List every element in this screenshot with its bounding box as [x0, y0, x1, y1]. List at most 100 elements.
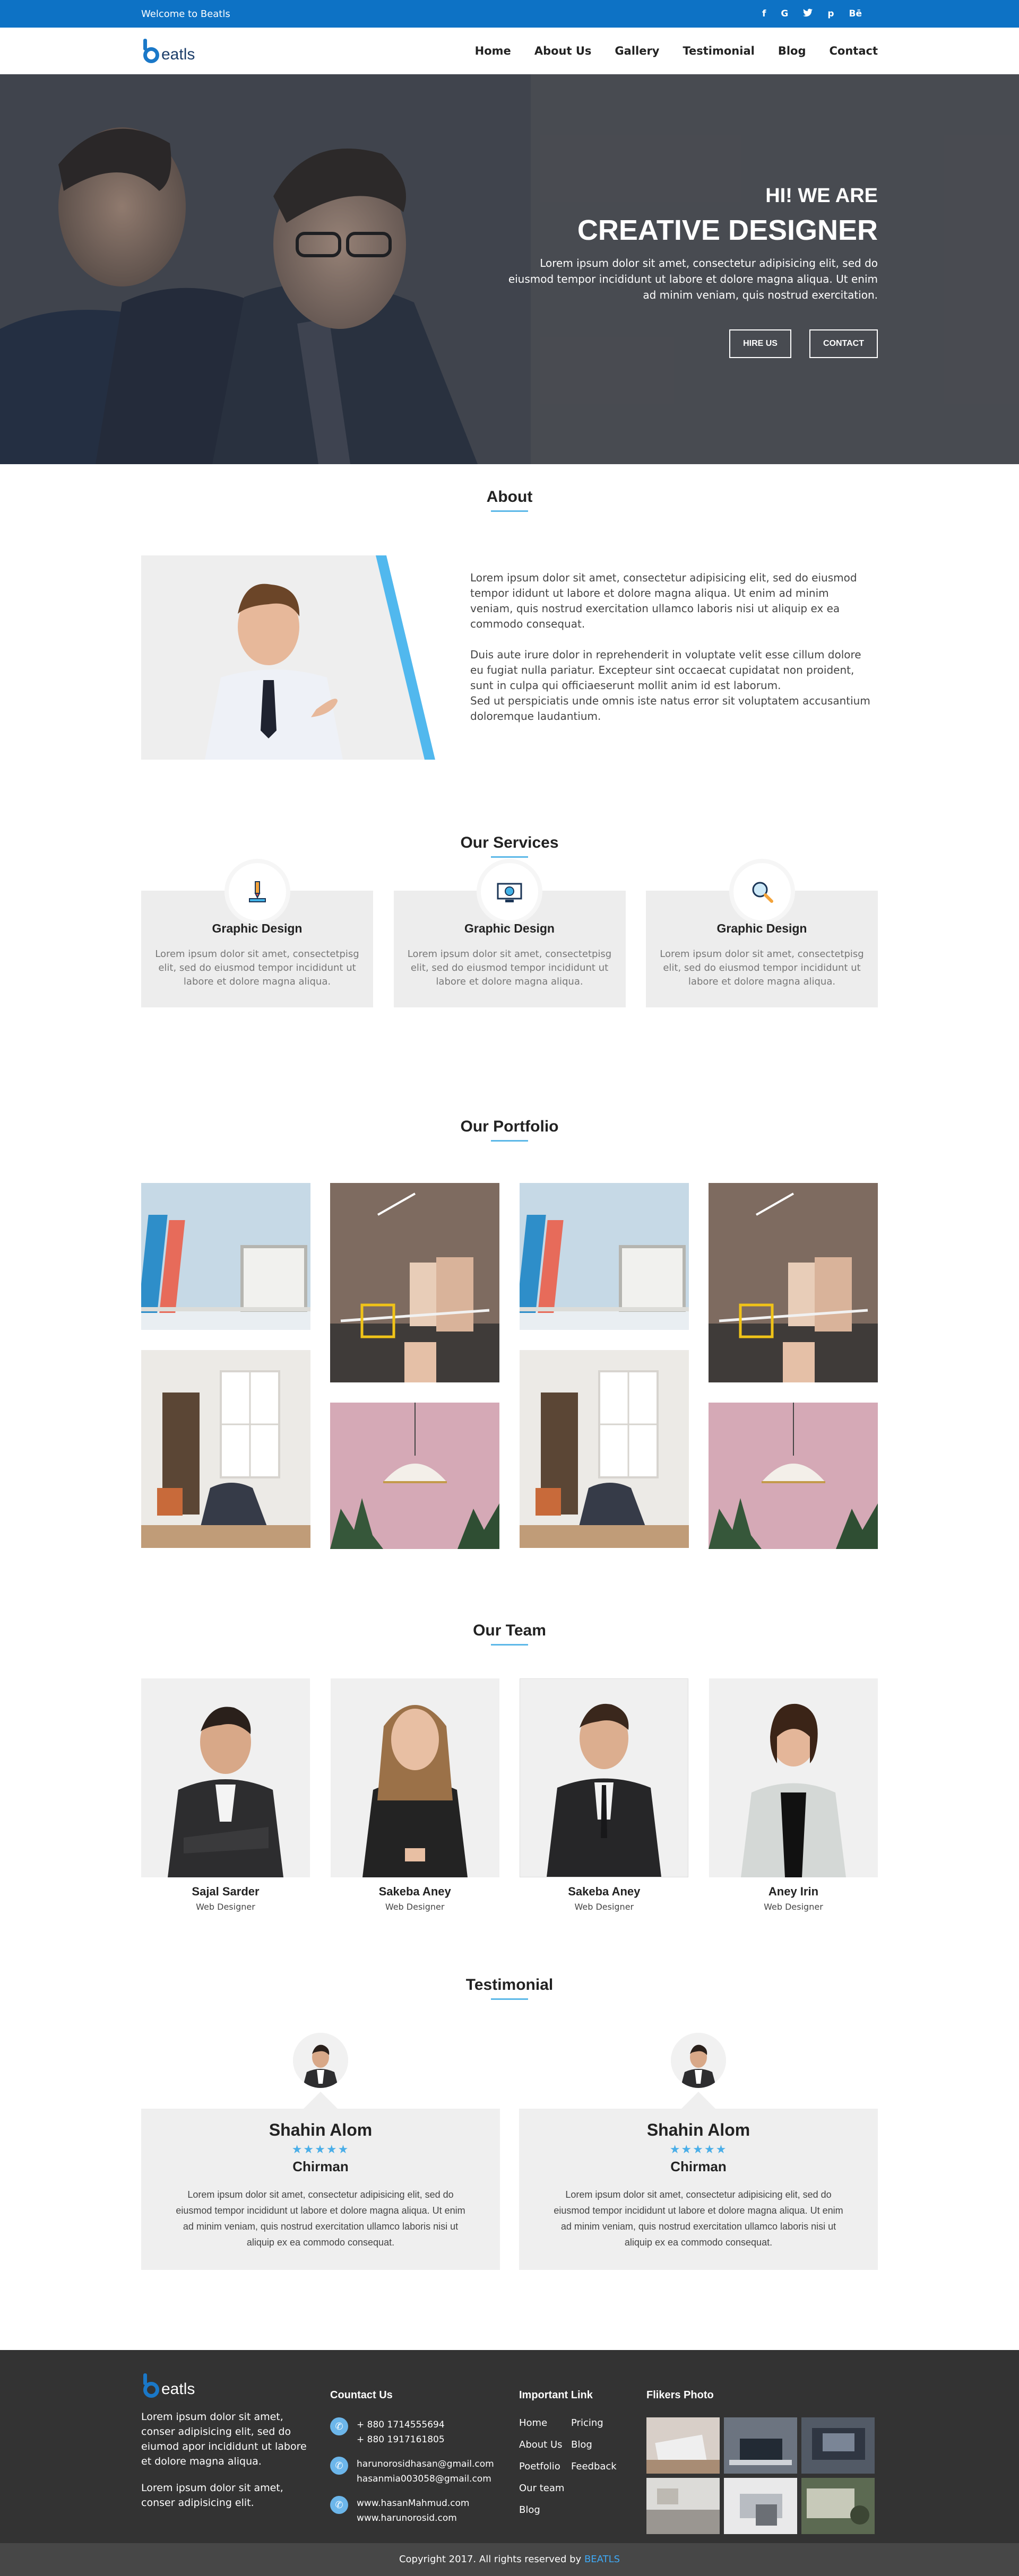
hire-us-button[interactable]: HIRE US [729, 329, 791, 358]
nav-testimonial[interactable]: Testimonial [683, 45, 754, 57]
portfolio-item[interactable] [519, 1183, 689, 1330]
hero-buttons: HIRE US CONTACT [496, 329, 878, 358]
email-link[interactable]: harunorosidhasan@gmail.com [357, 2457, 494, 2471]
portfolio-item[interactable] [708, 1183, 878, 1382]
flickr-photo[interactable] [724, 2417, 797, 2474]
service-card[interactable]: Graphic Design Lorem ipsum dolor sit ame… [646, 863, 878, 1007]
portfolio-grid [141, 1183, 878, 1549]
contact-button[interactable]: CONTACT [809, 329, 878, 358]
service-text: Lorem ipsum dolor sit amet, consectetpis… [407, 948, 612, 987]
phone-icon: ✆ [330, 2417, 348, 2435]
about-section: About Lorem ipsum dolor sit amet, consec… [0, 464, 1019, 812]
phone-number[interactable]: + 880 1714555694 [357, 2417, 445, 2432]
about-paragraph: Sed ut perspiciatis unde omnis iste natu… [470, 694, 870, 723]
pen-tool-icon [228, 863, 286, 920]
flickr-photo[interactable] [801, 2478, 875, 2534]
service-text: Lorem ipsum dolor sit amet, consectetpis… [155, 948, 359, 987]
rating-stars: ★★★★★ [291, 2143, 350, 2156]
member-photo [330, 1678, 499, 1877]
hero-text: Lorem ipsum dolor sit amet, consectetur … [508, 257, 878, 301]
behance-icon[interactable]: Bē [849, 8, 862, 20]
twitter-icon[interactable] [803, 8, 813, 20]
footer-links: Home Pricing About Us Blog Poetfolio Fee… [519, 2417, 646, 2516]
flickr-photo[interactable] [724, 2478, 797, 2534]
rating-stars: ★★★★★ [669, 2143, 728, 2156]
footer-link-home[interactable]: Home [519, 2417, 571, 2429]
pinterest-icon[interactable]: p [827, 8, 834, 20]
member-role: Web Designer [385, 1902, 445, 1912]
nav-gallery[interactable]: Gallery [615, 45, 659, 57]
service-card[interactable]: Graphic Design Lorem ipsum dolor sit ame… [141, 863, 373, 1007]
member-name: Aney Irin [768, 1885, 819, 1898]
email-contact: ✆ harunorosidhasan@gmail.com hasanmia0030… [330, 2457, 519, 2486]
about-image [141, 555, 435, 760]
testimonial-section: Testimonial Shahin Alom ★★★★★ Chirman Lo… [0, 1951, 1019, 2305]
copyright-brand-link[interactable]: BEATLS [584, 2554, 620, 2565]
member-role: Web Designer [196, 1902, 255, 1912]
logo-text: eatls [161, 2380, 195, 2398]
team-title: Our Team [141, 1622, 878, 1646]
service-title: Graphic Design [212, 921, 303, 935]
member-name: Sakeba Aney [568, 1885, 641, 1898]
google-icon[interactable]: G [781, 8, 788, 20]
footer-contact-title: Countact Us [330, 2389, 393, 2401]
footer-link-pricing[interactable]: Pricing [571, 2417, 624, 2429]
hero-title: CREATIVE DESIGNER [577, 214, 878, 246]
testimonial-role: Chirman [670, 2159, 727, 2174]
nav-about-us[interactable]: About Us [534, 45, 592, 57]
about-title: About [141, 488, 878, 512]
hero-content: HI! WE ARE CREATIVE DESIGNER Lorem ipsum… [496, 185, 878, 358]
team-member[interactable]: Sakeba Aney Web Designer [330, 1678, 499, 1912]
navbar: eatls Home About Us Gallery Testimonial … [0, 28, 1019, 74]
facebook-icon[interactable]: f [762, 8, 766, 20]
website-link[interactable]: www.hasanMahmud.com [357, 2496, 470, 2511]
hero-banner: HI! WE ARE CREATIVE DESIGNER Lorem ipsum… [0, 74, 1019, 464]
footer-link-portfolio[interactable]: Poetfolio [519, 2461, 571, 2472]
footer-link-feedback[interactable]: Feedback [571, 2461, 624, 2472]
footer-link-blog[interactable]: Blog [519, 2504, 571, 2516]
testimonial-text: Lorem ipsum dolor sit amet, consectetur … [554, 2189, 843, 2248]
testimonial-title: Testimonial [141, 1976, 878, 2000]
nav-contact[interactable]: Contact [830, 45, 878, 57]
footer-link-our-team[interactable]: Our team [519, 2483, 571, 2494]
portfolio-item[interactable] [330, 1183, 500, 1382]
testimonial-card: Shahin Alom ★★★★★ Chirman Lorem ipsum do… [141, 2033, 500, 2270]
site-logo[interactable]: eatls [141, 39, 195, 63]
nav-home[interactable]: Home [475, 45, 511, 57]
nav-blog[interactable]: Blog [778, 45, 806, 57]
card-pointer [681, 2092, 715, 2109]
portfolio-item[interactable] [519, 1350, 689, 1548]
phone-number[interactable]: + 880 1917161805 [357, 2432, 445, 2447]
email-icon: ✆ [330, 2457, 348, 2475]
email-link[interactable]: hasanmia003058@gmail.com [357, 2471, 494, 2486]
member-photo [520, 1678, 689, 1877]
website-contact: ✆ www.hasanMahmud.com www.harunorosid.com [330, 2496, 519, 2526]
team-member[interactable]: Aney Irin Web Designer [709, 1678, 878, 1912]
flickr-photo[interactable] [801, 2417, 875, 2474]
portfolio-item[interactable] [330, 1403, 500, 1549]
portfolio-item[interactable] [141, 1183, 310, 1330]
footer-logo[interactable]: eatls [141, 2373, 330, 2398]
testimonial-name: Shahin Alom [646, 2120, 750, 2139]
footer-link-blog[interactable]: Blog [571, 2439, 624, 2450]
flickr-photos [646, 2417, 878, 2534]
portfolio-item[interactable] [141, 1350, 310, 1548]
testimonial-name: Shahin Alom [269, 2120, 373, 2139]
team-member[interactable]: Sakeba Aney Web Designer [520, 1678, 689, 1912]
team-member[interactable]: Sajal Sarder Web Designer [141, 1678, 310, 1912]
testimonial-card: Shahin Alom ★★★★★ Chirman Lorem ipsum do… [519, 2033, 878, 2270]
service-text: Lorem ipsum dolor sit amet, consectetpis… [660, 948, 864, 987]
service-title: Graphic Design [464, 921, 555, 935]
service-title: Graphic Design [716, 921, 807, 935]
testimonial-text: Lorem ipsum dolor sit amet, consectetur … [176, 2189, 465, 2248]
footer-link-about-us[interactable]: About Us [519, 2439, 571, 2450]
portfolio-item[interactable] [708, 1403, 878, 1549]
service-card[interactable]: Graphic Design Lorem ipsum dolor sit ame… [393, 863, 626, 1007]
search-icon [733, 863, 791, 920]
flickr-photo[interactable] [646, 2417, 720, 2474]
website-link[interactable]: www.harunorosid.com [357, 2511, 470, 2526]
portfolio-title: Our Portfolio [141, 1118, 878, 1142]
web-icon: ✆ [330, 2496, 348, 2514]
avatar [293, 2033, 348, 2088]
flickr-photo[interactable] [646, 2478, 720, 2534]
